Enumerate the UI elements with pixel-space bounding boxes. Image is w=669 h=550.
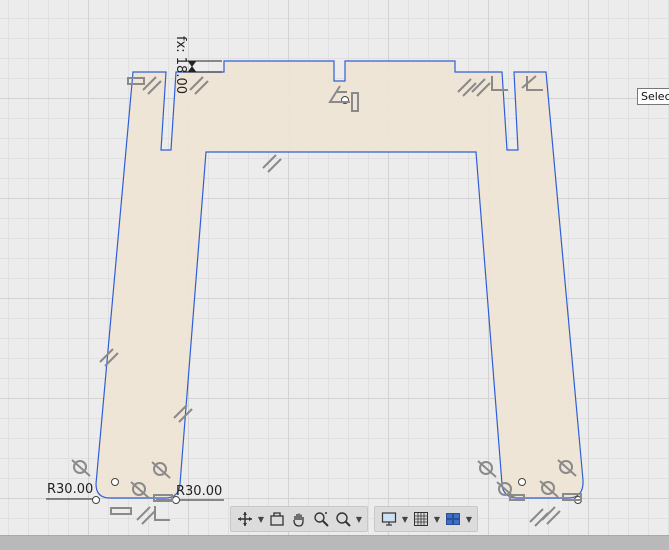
display-settings-caret[interactable]: ▼ (401, 515, 409, 524)
orbit-icon[interactable] (235, 509, 255, 529)
viewports-icon[interactable] (443, 509, 463, 529)
horizontal-icon[interactable] (110, 507, 132, 515)
orbit-menu-caret[interactable]: ▼ (257, 515, 265, 524)
look-at-icon[interactable] (267, 509, 287, 529)
display-settings-icon[interactable] (379, 509, 399, 529)
sketch-geometry[interactable] (0, 0, 669, 549)
tangent-icon[interactable] (71, 459, 91, 477)
display-group: ▼ ▼ ▼ (374, 506, 478, 532)
grid-snaps-caret[interactable]: ▼ (433, 515, 441, 524)
parallel-icon[interactable] (136, 506, 156, 525)
radius-dimension-right-label[interactable]: R30.00 (176, 484, 222, 499)
viewports-caret[interactable]: ▼ (465, 515, 473, 524)
navigation-group: ▼ ▼ (230, 506, 368, 532)
vertical-dimension[interactable] (183, 60, 222, 73)
fit-icon[interactable] (333, 509, 353, 529)
vertical-dimension-label[interactable]: fx: 18.00 (173, 36, 188, 94)
sketch-profile[interactable] (95, 60, 584, 499)
grid-snaps-icon[interactable] (411, 509, 431, 529)
bottom-status-bar (0, 535, 669, 550)
zoom-icon[interactable] (311, 509, 331, 529)
select-tooltip: Select (637, 88, 669, 105)
radius-dimension-left-label[interactable]: R30.00 (47, 482, 93, 497)
tangent-icon[interactable] (477, 460, 497, 478)
sketch-point[interactable] (518, 478, 526, 486)
sketch-point[interactable] (92, 496, 100, 504)
fit-menu-caret[interactable]: ▼ (355, 515, 363, 524)
navigation-toolbar: ▼ ▼ ▼ ▼ ▼ (230, 506, 478, 532)
pan-icon[interactable] (289, 509, 309, 529)
sketch-point[interactable] (111, 478, 119, 486)
perpendicular-icon[interactable] (154, 506, 170, 521)
parallel-icon[interactable] (262, 154, 282, 173)
